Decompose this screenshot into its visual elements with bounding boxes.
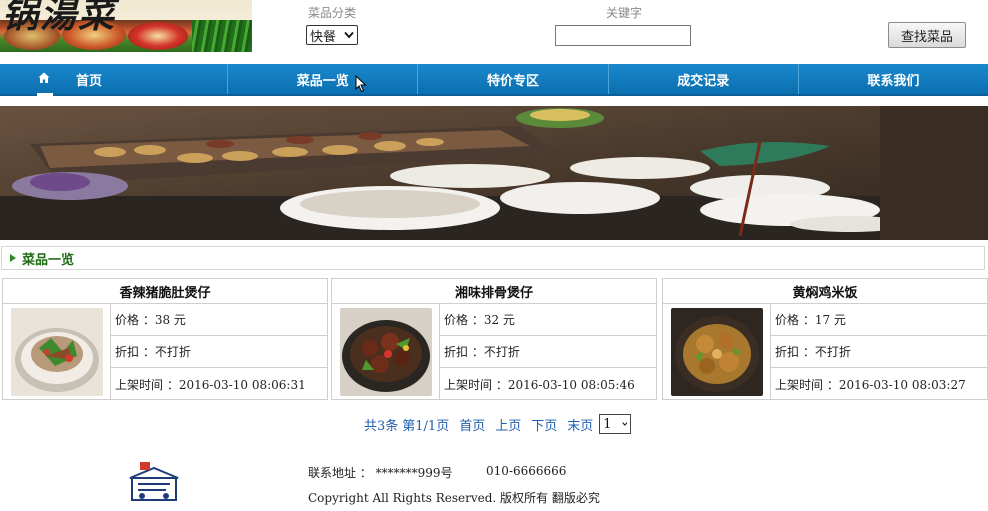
search-dishes-button[interactable]: 查找菜品 — [888, 22, 966, 48]
site-logo[interactable]: 锅湯菜 — [0, 0, 252, 52]
chevron-down-icon — [344, 31, 354, 39]
keyword-label: 关键字 — [606, 6, 643, 20]
logo-text: 锅湯菜 — [2, 0, 117, 36]
footer-phone: 010-6666666 — [486, 464, 567, 478]
section-header: 菜品一览 — [1, 246, 985, 270]
nav-label: 联系我们 — [867, 73, 920, 89]
dish-listed-time: 上架时间 ：2016-03-10 08:06:31 — [115, 377, 306, 392]
section-title: 菜品一览 — [22, 252, 75, 268]
main-nav: 首页 菜品一览 特价专区 成交记录 联系我们 — [0, 64, 988, 96]
nav-label: 成交记录 — [677, 73, 730, 89]
dish-listed-time: 上架时间 ：2016-03-10 08:05:46 — [444, 377, 635, 392]
category-select-value: 快餐 — [310, 29, 337, 45]
total-count: 共3条 — [364, 418, 399, 434]
dish-image[interactable] — [11, 308, 103, 396]
food-banner-image — [0, 106, 988, 240]
dish-card: 湘味排骨煲仔 价格 ：32 元 折扣 ：不打折 上架时间 ：2016-03-10… — [331, 278, 657, 400]
mouse-cursor-icon — [355, 75, 367, 93]
nav-label: 菜品一览 — [296, 73, 349, 89]
nav-item-contact[interactable]: 联系我们 — [799, 64, 988, 94]
page-info: 第1/1页 — [402, 418, 450, 434]
next-page-link[interactable]: 下页 — [531, 415, 557, 434]
dish-price: 价格 ：17 元 — [771, 304, 987, 336]
dish-discount: 折扣 ：不打折 — [771, 336, 987, 368]
dish-card: 香辣猪脆肚煲仔 价格 ：38 元 折扣 ：不打折 上架时间 ：2016-03-1… — [2, 278, 328, 400]
dish-discount: 折扣 ：不打折 — [440, 336, 656, 368]
dish-name[interactable]: 黄焖鸡米饭 — [663, 279, 987, 304]
home-icon — [38, 72, 50, 83]
pagination: 共3条 第1/1页 首页 上页 下页 末页 1 — [364, 413, 632, 435]
dish-name[interactable]: 湘味排骨煲仔 — [332, 279, 656, 304]
dish-price: 价格 ：38 元 — [111, 304, 327, 336]
dish-name[interactable]: 香辣猪脆肚煲仔 — [3, 279, 327, 304]
nav-label: 首页 — [76, 73, 103, 89]
dish-image[interactable] — [340, 308, 432, 396]
page-select[interactable]: 1 — [599, 414, 632, 434]
home-active-indicator — [37, 93, 53, 96]
dish-image[interactable] — [671, 308, 763, 396]
footer-logo-icon — [126, 460, 182, 504]
nav-item-home[interactable]: 首页 — [0, 64, 229, 96]
nav-item-transactions[interactable]: 成交记录 — [609, 64, 799, 94]
page-select-value: 1 — [603, 416, 612, 432]
dish-discount: 折扣 ：不打折 — [111, 336, 327, 368]
first-page-link[interactable]: 首页 — [459, 415, 485, 434]
category-select[interactable]: 快餐 — [306, 25, 358, 45]
keyword-input[interactable] — [555, 25, 691, 46]
category-label: 菜品分类 — [308, 6, 357, 20]
dish-listed-time: 上架时间 ：2016-03-10 08:03:27 — [775, 377, 966, 392]
nav-item-specials[interactable]: 特价专区 — [418, 64, 609, 94]
nav-item-dish-list[interactable]: 菜品一览 — [228, 64, 419, 94]
dish-price: 价格 ：32 元 — [440, 304, 656, 336]
last-page-link[interactable]: 末页 — [567, 415, 593, 434]
dish-card: 黄焖鸡米饭 价格 ：17 元 折扣 ：不打折 上架时间 ：2016-03-10 … — [662, 278, 988, 400]
footer-address: 联系地址 ： *******999号 — [308, 466, 453, 480]
chevron-down-icon — [621, 422, 628, 426]
prev-page-link[interactable]: 上页 — [495, 415, 521, 434]
nav-label: 特价专区 — [487, 73, 540, 89]
triangle-right-icon — [10, 254, 16, 262]
footer-copyright: Copyright All Rights Reserved. 版权所有 翻版必究 — [308, 491, 600, 505]
